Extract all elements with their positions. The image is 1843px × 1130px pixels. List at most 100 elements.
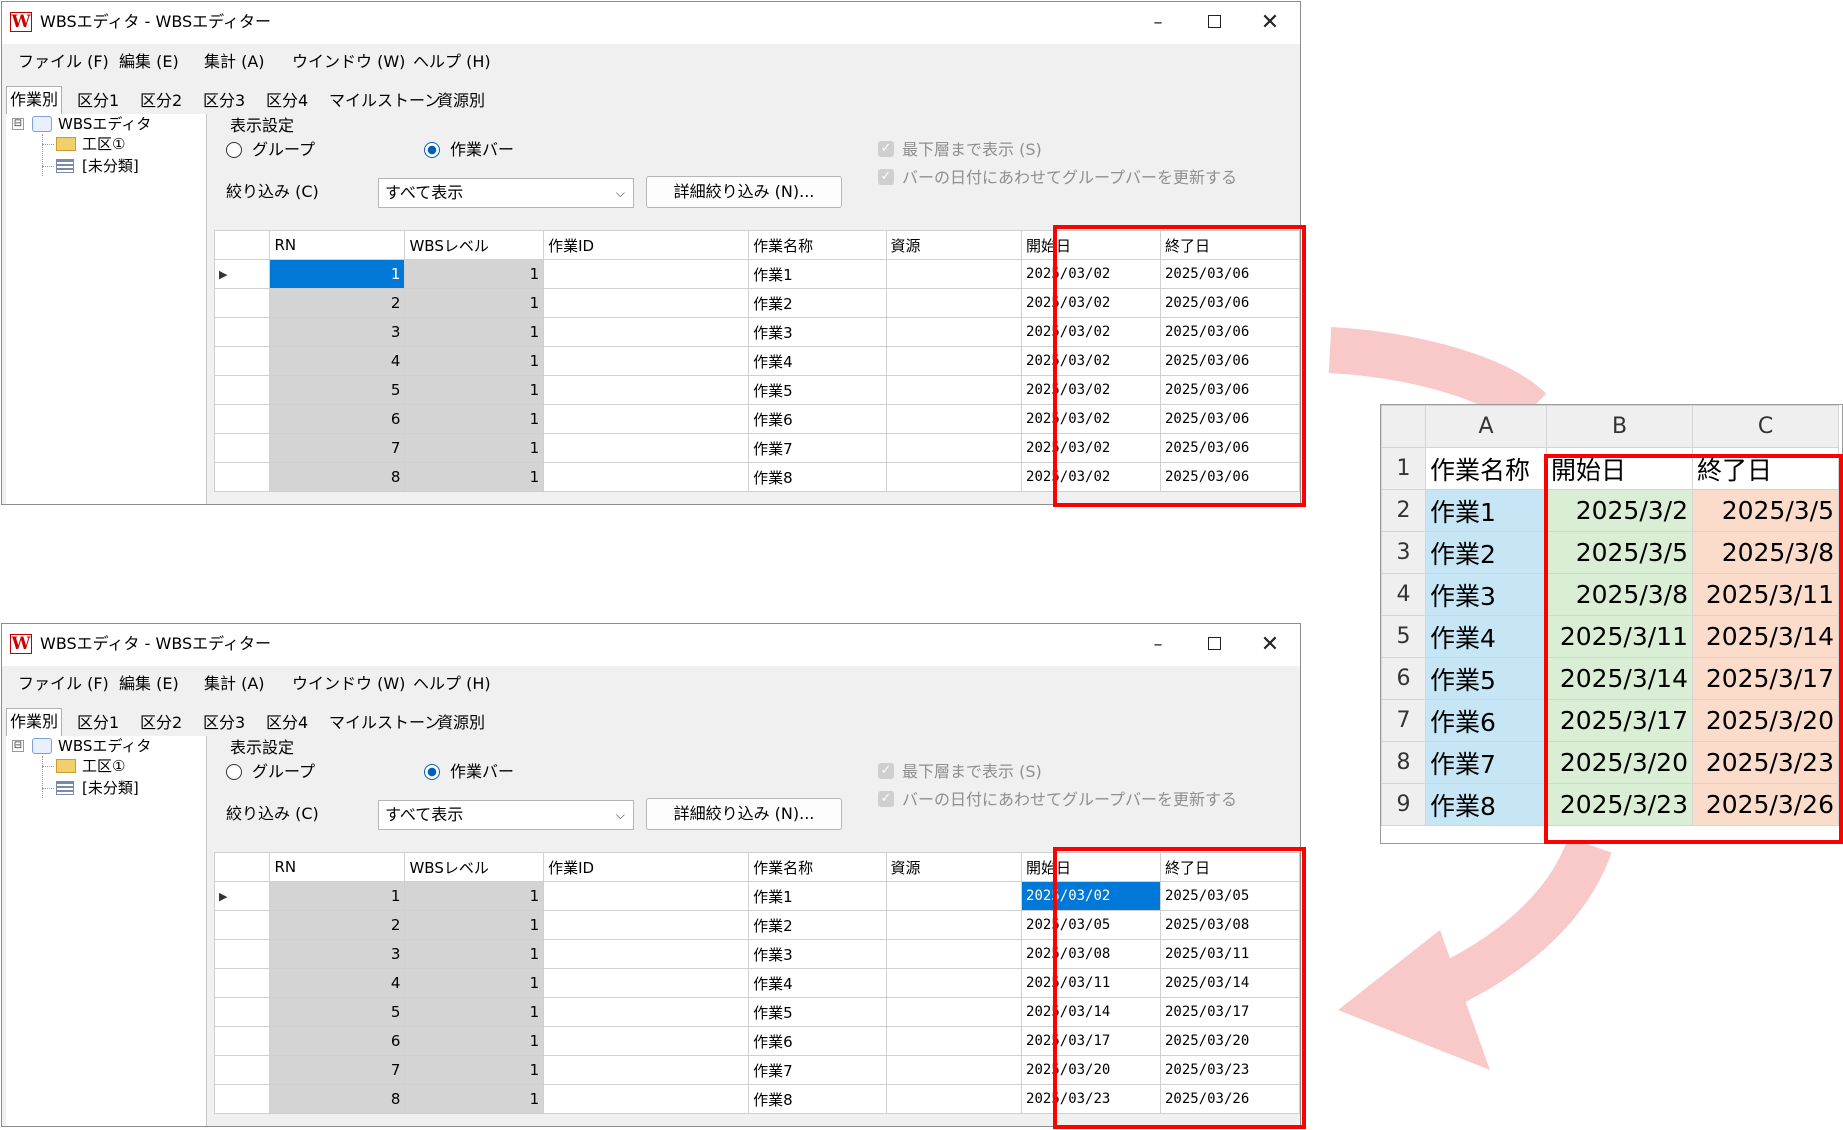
cell-resource[interactable] [885,1026,1023,1056]
cell-rn[interactable]: 6 [269,1026,406,1056]
menu-window[interactable]: ウインドウ (W) [292,52,405,72]
cell-task-id[interactable] [543,968,750,998]
cell-task-id[interactable] [543,288,750,318]
radio-task-bar[interactable]: 作業バー [424,762,514,782]
excel-row-number[interactable]: 4 [1381,573,1426,616]
excel-col-b[interactable]: B [1546,405,1693,448]
excel-row-number[interactable]: 5 [1381,615,1426,658]
cell-resource[interactable] [885,910,1023,940]
cell-resource[interactable] [885,375,1023,405]
excel-row-number[interactable]: 7 [1381,699,1426,742]
tab-category1[interactable]: 区分1 [74,710,122,736]
filter-select[interactable]: すべて表示 ⌵ [378,178,634,208]
cell-task-name[interactable]: 作業5 [748,375,887,405]
checkbox-show-lowest[interactable]: 最下層まで表示 (S) [878,140,1042,160]
cell-rn[interactable]: 8 [269,1084,406,1114]
radio-group[interactable]: グループ [226,762,315,782]
tree-collapse-icon[interactable]: ⊟ [12,740,24,752]
excel-row-number[interactable]: 3 [1381,531,1426,574]
cell-resource[interactable] [885,317,1023,347]
cell-resource[interactable] [885,968,1023,998]
cell-task-name[interactable]: 作業6 [748,404,887,434]
menu-file[interactable]: ファイル (F) [18,52,109,72]
cell-wbs-level[interactable]: 1 [404,433,545,463]
cell-resource[interactable] [885,939,1023,969]
checkbox-update-group-bar[interactable]: バーの日付にあわせてグループバーを更新する [878,168,1237,188]
excel-cell-task-name[interactable]: 作業6 [1425,699,1547,742]
cell-task-name[interactable]: 作業4 [748,968,887,998]
cell-wbs-level[interactable]: 1 [404,997,545,1027]
menu-help[interactable]: ヘルプ (H) [413,52,491,72]
col-header-resource[interactable]: 資源 [885,230,1023,260]
excel-col-a[interactable]: A [1425,405,1547,448]
cell-task-name[interactable]: 作業4 [748,346,887,376]
tab-category2[interactable]: 区分2 [137,710,185,736]
cell-task-name[interactable]: 作業1 [748,259,887,289]
tab-category3[interactable]: 区分3 [200,710,248,736]
cell-wbs-level[interactable]: 1 [404,462,545,492]
excel-cell-task-name[interactable]: 作業8 [1425,783,1547,826]
tab-milestone[interactable]: マイルストーン [326,88,443,114]
cell-rn[interactable]: 1 [269,881,406,911]
cell-wbs-level[interactable]: 1 [404,910,545,940]
cell-wbs-level[interactable]: 1 [404,1026,545,1056]
checkbox-show-lowest[interactable]: 最下層まで表示 (S) [878,762,1042,782]
cell-task-name[interactable]: 作業2 [748,288,887,318]
cell-wbs-level[interactable]: 1 [404,1055,545,1085]
tree-root[interactable]: WBSエディタ [58,737,151,755]
tab-milestone[interactable]: マイルストーン [326,710,443,736]
close-button[interactable]: ✕ [1250,632,1290,658]
cell-rn[interactable]: 2 [269,288,406,318]
cell-resource[interactable] [885,404,1023,434]
tab-by-task[interactable]: 作業別 [6,86,63,115]
cell-wbs-level[interactable]: 1 [404,259,545,289]
cell-rn[interactable]: 4 [269,346,406,376]
minimize-button[interactable]: – [1138,632,1178,658]
cell-resource[interactable] [885,1055,1023,1085]
col-header-wbs-level[interactable]: WBSレベル [404,852,545,882]
excel-cell-task-name[interactable]: 作業2 [1425,531,1547,574]
cell-rn[interactable]: 4 [269,968,406,998]
cell-task-id[interactable] [543,1084,750,1114]
cell-resource[interactable] [885,433,1023,463]
cell-rn[interactable]: 5 [269,997,406,1027]
excel-row-number[interactable]: 9 [1381,783,1426,826]
radio-group[interactable]: グループ [226,140,315,160]
cell-task-id[interactable] [543,346,750,376]
cell-task-name[interactable]: 作業7 [748,1055,887,1085]
cell-task-name[interactable]: 作業7 [748,433,887,463]
excel-cell-a1[interactable]: 作業名称 [1425,447,1547,490]
col-header-rn[interactable]: RN [269,852,406,882]
excel-row-number[interactable]: 1 [1381,447,1426,490]
cell-rn[interactable]: 8 [269,462,406,492]
menu-window[interactable]: ウインドウ (W) [292,674,405,694]
tab-category1[interactable]: 区分1 [74,88,122,114]
radio-task-bar[interactable]: 作業バー [424,140,514,160]
cell-task-id[interactable] [543,375,750,405]
tree-node-unclassified[interactable]: [未分類] [82,157,139,175]
cell-task-name[interactable]: 作業3 [748,939,887,969]
col-header-resource[interactable]: 資源 [885,852,1023,882]
maximize-button[interactable] [1194,632,1234,658]
col-header-task-id[interactable]: 作業ID [543,852,750,882]
excel-corner[interactable] [1381,405,1426,448]
cell-resource[interactable] [885,997,1023,1027]
cell-task-id[interactable] [543,881,750,911]
cell-task-name[interactable]: 作業2 [748,910,887,940]
menu-edit[interactable]: 編集 (E) [119,674,179,694]
minimize-button[interactable]: – [1138,10,1178,36]
cell-task-name[interactable]: 作業3 [748,317,887,347]
cell-task-id[interactable] [543,910,750,940]
cell-task-name[interactable]: 作業8 [748,1084,887,1114]
cell-task-id[interactable] [543,404,750,434]
excel-cell-task-name[interactable]: 作業3 [1425,573,1547,616]
excel-row-number[interactable]: 8 [1381,741,1426,784]
cell-wbs-level[interactable]: 1 [404,1084,545,1114]
tab-category4[interactable]: 区分4 [263,88,311,114]
col-header-wbs-level[interactable]: WBSレベル [404,230,545,260]
cell-task-name[interactable]: 作業5 [748,997,887,1027]
cell-rn[interactable]: 1 [269,259,406,289]
cell-resource[interactable] [885,881,1023,911]
menu-file[interactable]: ファイル (F) [18,674,109,694]
detail-filter-button[interactable]: 詳細絞り込み (N)... [646,798,842,830]
